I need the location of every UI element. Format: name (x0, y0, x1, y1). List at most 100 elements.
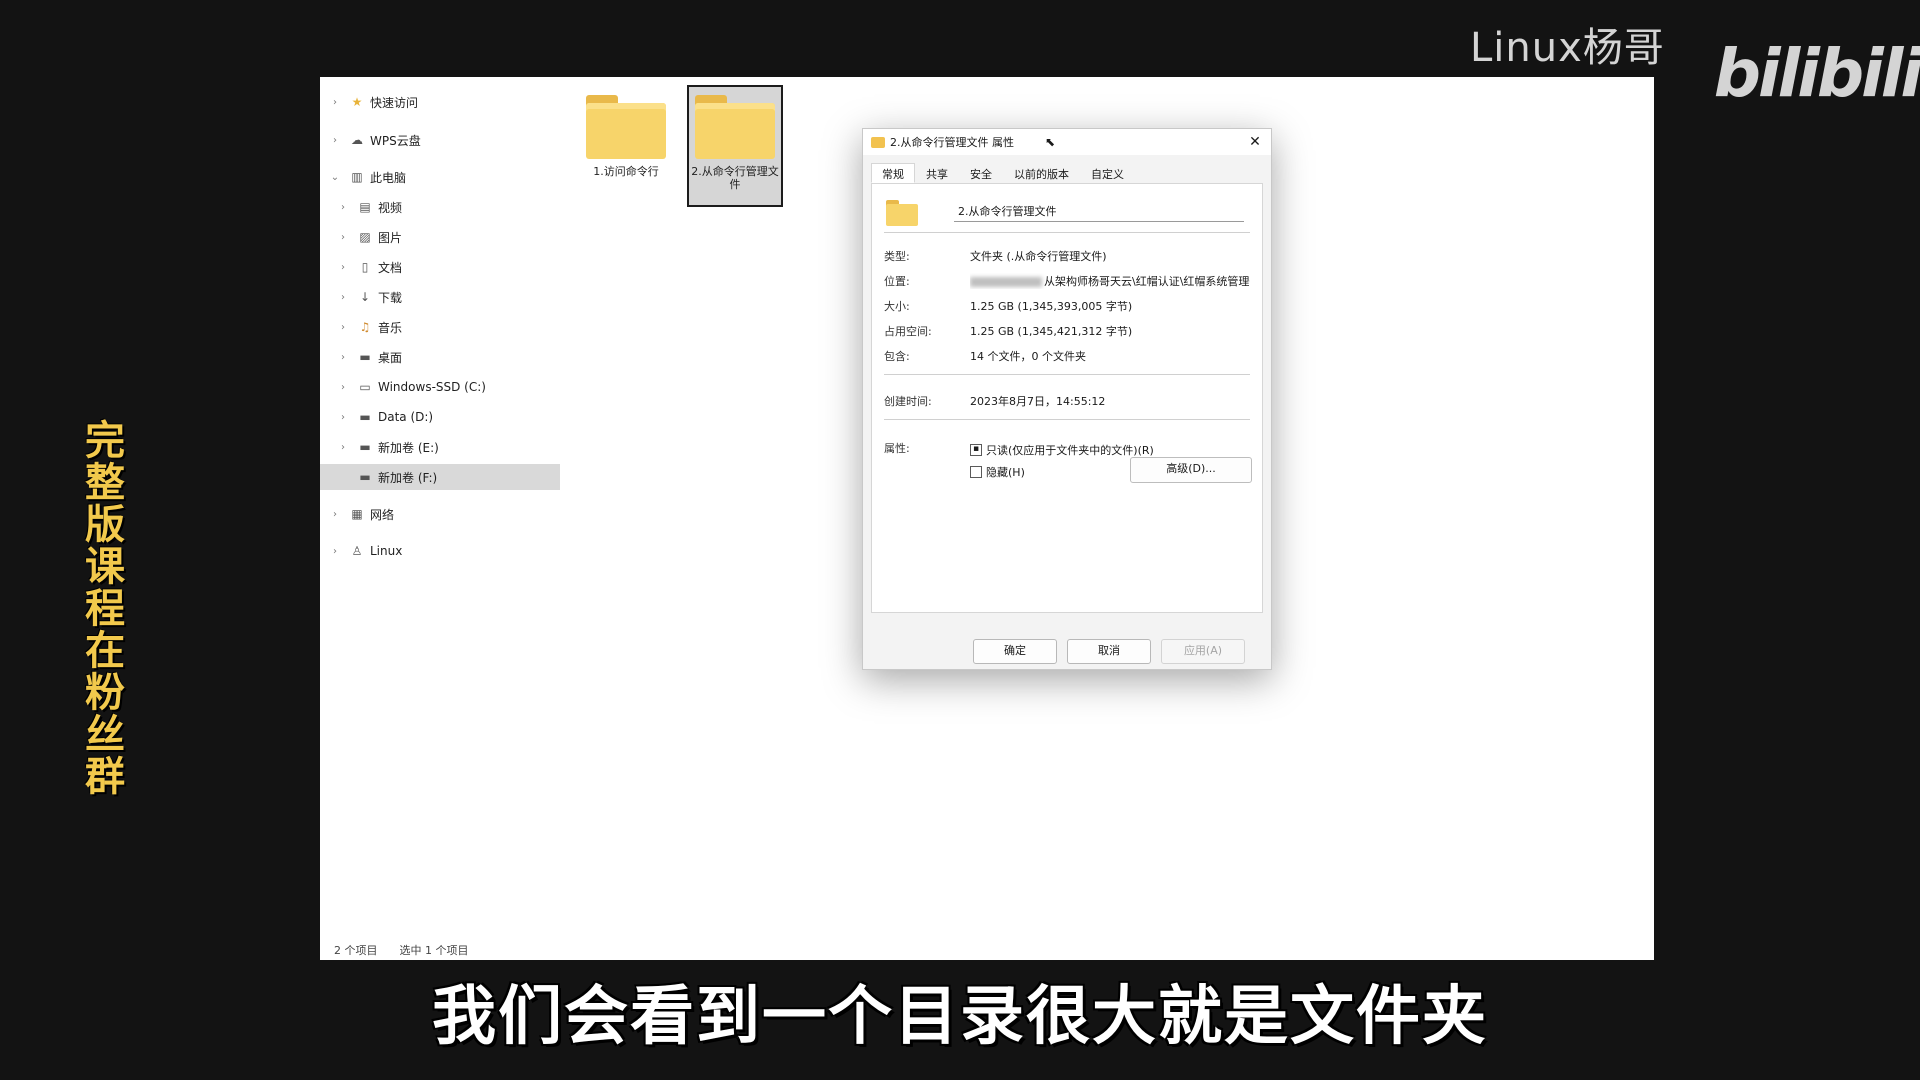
folder-item-selected[interactable]: 2.从命令行管理文件 (687, 85, 783, 207)
contains-value: 14 个文件，0 个文件夹 (970, 350, 1086, 363)
chevron-right-icon[interactable]: › (336, 382, 350, 393)
video-subtitle: 我们会看到一个目录很大就是文件夹 (432, 980, 1488, 1054)
sidebar-item-label: 快速访问 (370, 95, 419, 110)
chevron-down-icon[interactable]: ⌄ (328, 172, 342, 183)
sidebar-item-label: 音乐 (378, 320, 403, 335)
folder-icon (886, 200, 918, 226)
chevron-right-icon[interactable]: › (328, 509, 342, 520)
created-value: 2023年8月7日，14:55:12 (970, 395, 1106, 408)
document-icon: ▯ (361, 260, 369, 274)
readonly-checkbox[interactable]: ▪ (970, 444, 982, 456)
hidden-checkbox-row[interactable]: 隐藏(H) (970, 464, 1025, 480)
desktop-icon: ▬ (359, 350, 371, 364)
sidebar-item-wps-cloud[interactable]: › ☁ WPS云盘 (320, 127, 560, 153)
cloud-icon: ☁ (351, 133, 363, 147)
chevron-right-icon[interactable]: › (336, 232, 350, 243)
chevron-right-icon[interactable]: › (336, 292, 350, 303)
dialog-tabs: 常规 共享 安全 以前的版本 自定义 (871, 163, 1135, 183)
sidebar-item-drive-f[interactable]: ▬ 新加卷 (F:) (320, 464, 560, 490)
chevron-right-icon[interactable]: › (328, 97, 342, 108)
contains-label: 包含: (884, 350, 910, 363)
sidebar-item-label: Data (D:) (378, 410, 434, 424)
sidebar-item-label: 视频 (378, 200, 403, 215)
divider (884, 374, 1250, 375)
disk-size-value: 1.25 GB (1,345,421,312 字节) (970, 325, 1133, 338)
sidebar-item-downloads[interactable]: › ↓ 下载 (320, 284, 560, 310)
sidebar-item-label: Windows-SSD (C:) (378, 380, 486, 394)
item-count: 2 个项目 (334, 944, 378, 957)
tab-general[interactable]: 常规 (871, 163, 915, 183)
folder-name: 2.从命令行管理文件 (691, 165, 779, 191)
sidebar-item-music[interactable]: › ♫ 音乐 (320, 314, 560, 340)
blurred-path (970, 277, 1042, 287)
computer-icon: ▥ (351, 170, 363, 184)
bilibili-logo: bilibili (1713, 34, 1920, 112)
folder-icon (871, 136, 885, 148)
chevron-right-icon[interactable]: › (328, 546, 342, 557)
folder-icon (695, 95, 775, 159)
dialog-title-bar[interactable]: 2.从命令行管理文件 属性 ⬉ ✕ (863, 129, 1271, 155)
hidden-checkbox[interactable] (970, 466, 982, 478)
sidebar-item-pictures[interactable]: › ▨ 图片 (320, 224, 560, 250)
folder-name-input[interactable] (954, 201, 1244, 222)
folder-icon (586, 95, 666, 159)
sidebar-item-label: 图片 (378, 230, 403, 245)
sidebar-item-documents[interactable]: › ▯ 文档 (320, 254, 560, 280)
chevron-right-icon[interactable]: › (336, 442, 350, 453)
drive-f-icon: ▬ (359, 470, 371, 484)
apply-button[interactable]: 应用(A) (1161, 639, 1245, 664)
sidebar-item-linux[interactable]: › ♙ Linux (320, 538, 560, 564)
disk-size-row: 占用空间: 1.25 GB (1,345,421,312 字节) (884, 323, 1250, 339)
readonly-checkbox-row[interactable]: ▪ 只读(仅应用于文件夹中的文件)(R) (970, 442, 1154, 458)
general-panel: 类型: 文件夹 (.从命令行管理文件) 位置: 从架构师杨哥天云\红帽认证\红帽… (871, 183, 1263, 613)
divider (884, 232, 1250, 233)
sidebar-item-this-pc[interactable]: ⌄ ▥ 此电脑 (320, 164, 560, 190)
advanced-button[interactable]: 高级(D)... (1130, 457, 1252, 483)
chevron-right-icon[interactable]: › (328, 135, 342, 146)
readonly-label[interactable]: 只读(仅应用于文件夹中的文件)(R) (986, 442, 1154, 458)
properties-dialog: 2.从命令行管理文件 属性 ⬉ ✕ 常规 共享 安全 以前的版本 自定义 类型:… (862, 128, 1272, 670)
chevron-right-icon[interactable]: › (336, 262, 350, 273)
type-value: 文件夹 (.从命令行管理文件) (970, 250, 1107, 263)
ok-button[interactable]: 确定 (973, 639, 1057, 664)
chevron-right-icon[interactable]: › (336, 352, 350, 363)
selection-count: 选中 1 个项目 (399, 944, 469, 957)
chevron-right-icon[interactable]: › (336, 322, 350, 333)
sidebar-item-label: 下载 (378, 290, 403, 305)
sidebar-item-desktop[interactable]: › ▬ 桌面 (320, 344, 560, 370)
tab-previous-versions[interactable]: 以前的版本 (1003, 163, 1080, 183)
side-banner: 完整版课程在粉丝群 (85, 418, 125, 800)
sidebar-item-label: WPS云盘 (370, 133, 421, 148)
sidebar-item-label: 此电脑 (370, 170, 407, 185)
sidebar-item-label: Linux (370, 544, 403, 558)
size-label: 大小: (884, 300, 910, 313)
sidebar-item-videos[interactable]: › ▤ 视频 (320, 194, 560, 220)
sidebar-item-quick-access[interactable]: › ★ 快速访问 (320, 89, 560, 115)
sidebar-item-label: 桌面 (378, 350, 403, 365)
type-row: 类型: 文件夹 (.从命令行管理文件) (884, 248, 1250, 264)
network-icon: ▦ (351, 507, 363, 521)
tab-security[interactable]: 安全 (959, 163, 1003, 183)
close-button[interactable]: ✕ (1245, 133, 1265, 151)
sidebar-item-drive-e[interactable]: › ▬ 新加卷 (E:) (320, 434, 560, 460)
sidebar-item-network[interactable]: › ▦ 网络 (320, 501, 560, 527)
status-bar: 2 个项目 选中 1 个项目 (334, 942, 469, 958)
disk-size-label: 占用空间: (884, 325, 932, 338)
sidebar-item-drive-c[interactable]: › ▭ Windows-SSD (C:) (320, 374, 560, 400)
sidebar-item-label: 新加卷 (E:) (378, 440, 439, 455)
drive-c-icon: ▭ (359, 380, 371, 394)
hidden-label[interactable]: 隐藏(H) (986, 464, 1025, 480)
drive-e-icon: ▬ (359, 440, 371, 454)
sidebar-item-drive-d[interactable]: › ▬ Data (D:) (320, 404, 560, 430)
location-row: 位置: 从架构师杨哥天云\红帽认证\红帽系统管理一 (884, 273, 1250, 289)
size-row: 大小: 1.25 GB (1,345,393,005 字节) (884, 298, 1250, 314)
chevron-right-icon[interactable]: › (336, 412, 350, 423)
tab-sharing[interactable]: 共享 (915, 163, 959, 183)
video-icon: ▤ (359, 200, 371, 214)
folder-item[interactable]: 1.访问命令行 (578, 85, 674, 207)
picture-icon: ▨ (359, 230, 371, 244)
tab-customize[interactable]: 自定义 (1080, 163, 1135, 183)
chevron-right-icon[interactable]: › (336, 202, 350, 213)
cancel-button[interactable]: 取消 (1067, 639, 1151, 664)
drive-d-icon: ▬ (359, 410, 371, 424)
